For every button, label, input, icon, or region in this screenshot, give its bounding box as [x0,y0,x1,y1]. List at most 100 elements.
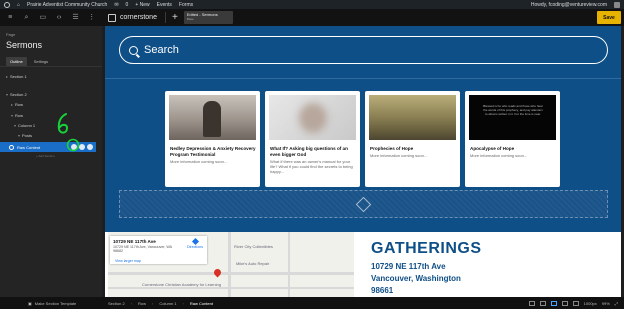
preview-canvas: Search Nedley Depression & Anxiety Recov… [102,26,624,297]
tree-item-column-1[interactable]: ▾ Column 1 [14,123,35,128]
map-info-card: 10729 NE 117th Ave 10729 NE 117th Ave, V… [110,236,207,264]
breadcrumb-section-2[interactable]: Section 2 [106,300,127,307]
tree-item-label: Raw Content [17,144,41,150]
home-icon[interactable]: ⌂ [17,2,20,8]
comments-icon[interactable]: ✉ [114,2,118,8]
card-title[interactable]: What If? Asking big questions of an even… [270,146,356,158]
search-icon [129,45,138,55]
tree-item-label: Column 1 [18,123,36,128]
chevron-down-icon[interactable]: ▾ [18,133,20,138]
comments-count[interactable]: 0 [126,2,129,8]
tree-item-row-2[interactable]: ▾ Row [11,113,23,118]
tab-settings[interactable]: Settings [30,57,52,66]
add-section-button[interactable]: + Add Section [36,154,55,158]
tree-item-row-1[interactable]: ▸ Row [11,102,23,107]
card-excerpt: More information coming soon... [170,159,228,164]
app-root: ⌂ Prairie Adventist Community Church ✉ 0… [0,0,624,309]
tree-item-label: Row [15,102,24,107]
tab-subtitle: Base [186,17,194,21]
card-thumbnail [169,95,256,140]
cornerstone-logo-icon [108,13,116,22]
status-bar: ▣ Make Section Template Section 2 › Row … [0,297,624,309]
chevron-down-icon[interactable]: ▾ [11,113,13,118]
howdy-user-link[interactable]: Howdy, fcoding@ventureview.com [531,2,607,8]
gatherings-section: River City Collectibles Mike's Auto Repa… [105,232,621,297]
card-title[interactable]: Prophecies of Hope [370,146,456,152]
chevron-down-icon[interactable]: ▾ [6,92,8,97]
toolbar-icon-group: ≡ ⌕ ▭ ‹› ☰ ⋮ [0,9,102,26]
tree-item-label: Section 1 [10,74,27,79]
breadcrumb-row[interactable]: Row [136,300,148,307]
code-icon[interactable]: ‹› [55,13,64,22]
panel-subtitle: Page [6,32,16,37]
toolbar-divider [164,12,166,23]
viewport-width[interactable]: 1000px [584,301,597,306]
cornerstone-brand[interactable]: cornerstone [108,13,157,22]
view-larger-map-link[interactable]: View larger map [115,259,141,263]
breadcrumb-separator-icon: › [152,300,154,306]
card-excerpt: More information coming soon... [370,153,428,158]
zoom-level[interactable]: 99% [602,301,610,306]
save-button[interactable]: Save [597,11,621,24]
card-excerpt: What if there was an owner's manual for … [270,159,353,174]
forms-menu-link[interactable]: Forms [179,2,193,8]
breadcrumb-separator-icon: › [130,300,133,306]
panel-divider [0,66,102,67]
layers-icon[interactable]: ≡ [6,13,15,22]
breadcrumb-column-1[interactable]: Column 1 [157,300,178,307]
chevron-right-icon[interactable]: ▸ [11,102,13,107]
empty-element-placeholder[interactable] [119,190,608,218]
site-name-link[interactable]: Prairie Adventist Community Church [27,2,107,8]
new-menu-link[interactable]: + New [135,2,149,8]
cube-icon [355,196,372,212]
tablet-icon[interactable] [561,300,568,306]
chevron-down-icon[interactable]: ▾ [14,123,16,128]
directions-button[interactable]: Directions [187,237,203,249]
address-line-1: 10729 NE 117th Ave [371,262,446,271]
laptop-icon[interactable] [550,300,557,306]
hand-drawn-annotation-circle [66,138,80,152]
breadcrumb-separator-icon: › [182,300,184,306]
delete-icon[interactable] [87,144,93,150]
search-icon[interactable]: ⌕ [22,13,31,22]
brand-label: cornerstone [120,14,157,21]
tree-item-posts[interactable]: ▾ Posts [18,133,32,138]
search-input[interactable]: Search [119,36,608,64]
events-menu-link[interactable]: Events [157,2,172,8]
tab-current-page[interactable]: Edited - Sermons Base [183,11,233,24]
section-divider [105,78,621,79]
tree-item-raw-content-selected[interactable]: Raw Content [0,142,96,152]
mobile-icon[interactable] [572,300,579,306]
fullscreen-icon[interactable]: ⤢ [615,301,618,306]
search-placeholder: Search [144,44,179,56]
sermon-card[interactable]: Prophecies of Hope More information comi… [365,91,460,187]
embedded-map[interactable]: River City Collectibles Mike's Auto Repa… [108,232,354,297]
tree-item-section-2[interactable]: ▾ Section 2 [6,92,27,97]
card-thumbnail [269,95,356,140]
list-icon[interactable]: ☰ [71,13,80,22]
sermons-section: Search Nedley Depression & Anxiety Recov… [105,26,621,232]
desktop-xl-icon[interactable] [528,300,535,306]
document-icon[interactable]: ▭ [38,13,47,22]
breadcrumb-raw-content[interactable]: Raw Content [188,300,215,307]
desktop-icon[interactable] [539,300,546,306]
sermon-card[interactable]: What If? Asking big questions of an even… [265,91,360,187]
card-title[interactable]: Apocalypse of Hope [470,146,556,152]
chevron-right-icon[interactable]: ▸ [6,74,8,79]
element-icon [9,144,14,150]
card-title[interactable]: Nedley Depression & Anxiety Recovery Pro… [170,146,256,158]
speaker-figure [203,101,221,137]
map-label: River City Collectibles [234,244,273,249]
avatar[interactable] [614,1,620,8]
map-pin-icon[interactable] [212,267,223,278]
template-action[interactable]: ▣ Make Section Template [0,301,102,306]
tree-item-section-1[interactable]: ▸ Section 1 [6,74,27,79]
thumbnail-verse-text: Blessed is he who reads and those who he… [483,104,543,116]
sermon-card[interactable]: Nedley Depression & Anxiety Recovery Pro… [165,91,260,187]
menu-icon[interactable]: ⋮ [87,13,96,22]
sermon-card[interactable]: Blessed is he who reads and those who he… [465,91,560,187]
tab-outline[interactable]: Outline [6,57,27,66]
add-document-button[interactable]: + [172,12,178,23]
wordpress-icon[interactable] [4,1,10,8]
gatherings-heading: GATHERINGS [371,240,482,257]
